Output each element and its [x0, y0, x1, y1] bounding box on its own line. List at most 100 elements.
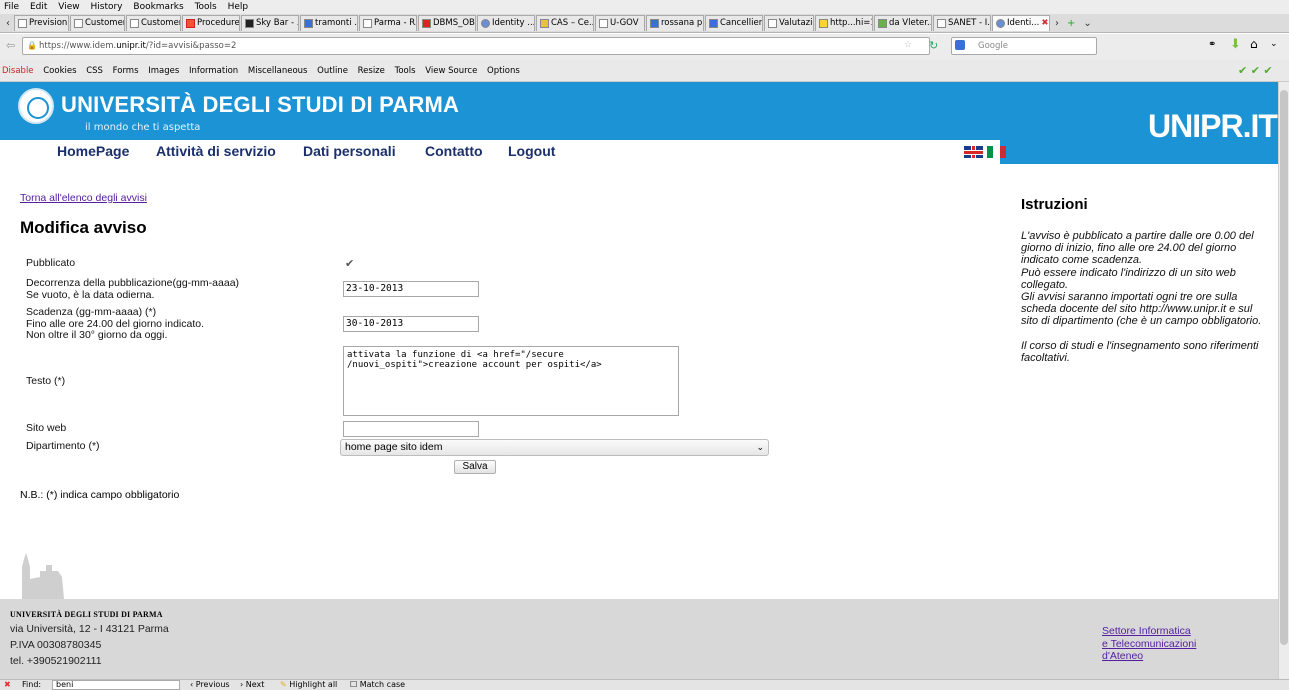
menu-view[interactable]: View [58, 2, 79, 12]
webdev-forms[interactable]: Forms [113, 66, 139, 76]
tab-scroll-left-icon[interactable]: ‹ [6, 18, 10, 29]
page-icon [709, 19, 718, 28]
webdev-information[interactable]: Information [189, 66, 238, 76]
pubblicato-checkbox[interactable]: ✔ [345, 258, 355, 269]
menu-tools[interactable]: Tools [195, 2, 217, 12]
page-icon [878, 19, 887, 28]
download-icon[interactable]: ⬇ [1230, 37, 1241, 52]
identity-icon [996, 19, 1005, 28]
menu-edit[interactable]: Edit [30, 2, 47, 12]
webdev-toolbar: Disable Cookies CSS Forms Images Informa… [0, 60, 1289, 82]
tower-logo-icon [22, 553, 64, 599]
binoculars-icon[interactable]: ⚭ [1208, 39, 1216, 50]
browser-tab[interactable]: Customer... [126, 15, 181, 31]
browser-tab[interactable]: Parma - R... [359, 15, 417, 31]
check-icon: ✔ ✔ ✔ [1238, 64, 1273, 77]
google-icon [650, 19, 659, 28]
footer-address: via Università, 12 - I 43121 Parma [10, 623, 169, 635]
instructions-title: Istruzioni [1021, 196, 1088, 213]
webdev-cookies[interactable]: Cookies [43, 66, 76, 76]
university-seal-icon[interactable] [18, 88, 54, 124]
dipartimento-select[interactable]: home page sito idem ⌄ [340, 439, 769, 456]
find-next-button[interactable]: › Next [240, 680, 264, 690]
find-input[interactable]: beni [52, 680, 180, 690]
google-icon [955, 40, 965, 50]
webdev-resize[interactable]: Resize [358, 66, 385, 76]
reload-icon[interactable]: ↻ [929, 39, 938, 52]
browser-tab[interactable]: rossana p... [646, 15, 704, 31]
star-icon[interactable]: ☆ [904, 40, 912, 50]
webdev-view-source[interactable]: View Source [425, 66, 477, 76]
url-bar[interactable]: 🔒 https://www.idem.unipr.it/?id=avvisi&p… [22, 37, 930, 55]
new-tab-icon[interactable]: + [1067, 18, 1075, 29]
testo-label: Testo (*) [26, 375, 66, 387]
find-bar: ✖ Find: beni ‹ Previous › Next ✎ Highlig… [0, 679, 1289, 690]
browser-tab[interactable]: Valutazio... [764, 15, 814, 31]
webdev-disable[interactable]: Disable [2, 66, 34, 76]
menu-file[interactable]: File [4, 2, 19, 12]
page-icon [18, 19, 27, 28]
tab-scroll-right-icon[interactable]: › [1055, 18, 1059, 29]
scadenza-field[interactable]: 30-10-2013 [343, 316, 479, 332]
nav-logout[interactable]: Logout [508, 143, 555, 159]
menu-help[interactable]: Help [228, 2, 249, 12]
uk-flag-icon[interactable] [964, 146, 983, 158]
nav-contatto[interactable]: Contatto [425, 143, 483, 159]
browser-tab[interactable]: Cancellier... [705, 15, 763, 31]
nav-attivita-di-servizio[interactable]: Attività di servizio [156, 143, 276, 159]
vertical-scrollbar[interactable] [1278, 82, 1289, 679]
highlight-all-button[interactable]: ✎ Highlight all [280, 680, 337, 690]
page-icon [768, 19, 777, 28]
chevron-down-icon: ⌄ [756, 442, 764, 452]
sky-icon [245, 19, 254, 28]
browser-tab[interactable]: http...hi=1 [815, 15, 873, 31]
webdev-css[interactable]: CSS [86, 66, 103, 76]
testo-textarea[interactable]: attivata la funzione di <a href="/secure… [343, 346, 679, 416]
browser-tab[interactable]: Sky Bar - ... [241, 15, 299, 31]
browser-tab[interactable]: U-GOV [595, 15, 645, 31]
nav-banner-strip [1000, 140, 1278, 164]
find-previous-button[interactable]: ‹ Previous [190, 680, 230, 690]
browser-tab[interactable]: tramonti ... [300, 15, 358, 31]
sito-web-field[interactable] [343, 421, 479, 437]
page-icon [186, 19, 195, 28]
back-to-list-link[interactable]: Torna all'elenco degli avvisi [20, 192, 147, 204]
nav-dati-personali[interactable]: Dati personali [303, 143, 396, 159]
menu-bookmarks[interactable]: Bookmarks [133, 2, 183, 12]
browser-tab[interactable]: Prevision... [14, 15, 69, 31]
university-name[interactable]: UNIVERSITÀ DEGLI STUDI DI PARMA [61, 92, 459, 118]
browser-tab[interactable]: CAS – Ce... [536, 15, 594, 31]
menu-history[interactable]: History [90, 2, 122, 12]
webdev-miscellaneous[interactable]: Miscellaneous [248, 66, 308, 76]
scrollbar-thumb[interactable] [1280, 90, 1288, 645]
save-button[interactable]: Salva [454, 460, 496, 474]
webdev-tools[interactable]: Tools [395, 66, 416, 76]
browser-tab[interactable]: Customer... [70, 15, 125, 31]
browser-tab[interactable]: da Vleter... [874, 15, 932, 31]
page-icon [130, 19, 139, 28]
tab-list-icon[interactable]: ⌄ [1083, 18, 1091, 29]
webdev-options[interactable]: Options [487, 66, 520, 76]
search-input[interactable]: Google [951, 37, 1097, 55]
browser-tab[interactable]: Procedure [182, 15, 240, 31]
browser-tab-active[interactable]: Identi... ✖ [992, 15, 1050, 31]
scadenza-label: Scadenza (gg-mm-aaaa) (*) Fino alle ore … [26, 306, 205, 341]
back-icon[interactable]: ⇦ [6, 39, 15, 52]
webdev-outline[interactable]: Outline [317, 66, 348, 76]
highlight-icon: ✎ [280, 680, 287, 689]
instructions-paragraph: Il corso di studi e l'insegnamento sono … [1021, 339, 1259, 364]
footer-settore-link[interactable]: Settore Informatica e Telecomunicazioni … [1102, 625, 1196, 663]
close-find-icon[interactable]: ✖ [4, 680, 11, 690]
footer-university-name: UNIVERSITÀ DEGLI STUDI DI PARMA [10, 610, 163, 619]
addon-icon[interactable]: ⌄ [1270, 39, 1278, 49]
nav-homepage[interactable]: HomePage [57, 143, 129, 159]
match-case-checkbox[interactable]: ☐ Match case [350, 680, 405, 690]
close-tab-icon[interactable]: ✖ [1041, 16, 1048, 31]
home-icon[interactable]: ⌂ [1250, 37, 1258, 51]
decorrenza-field[interactable]: 23-10-2013 [343, 281, 479, 297]
browser-tab[interactable]: SANET - I... [933, 15, 991, 31]
italy-flag-icon[interactable] [987, 146, 1006, 158]
webdev-images[interactable]: Images [148, 66, 179, 76]
browser-tab[interactable]: Identity ... [477, 15, 535, 31]
browser-tab[interactable]: DBMS_OB... [418, 15, 476, 31]
